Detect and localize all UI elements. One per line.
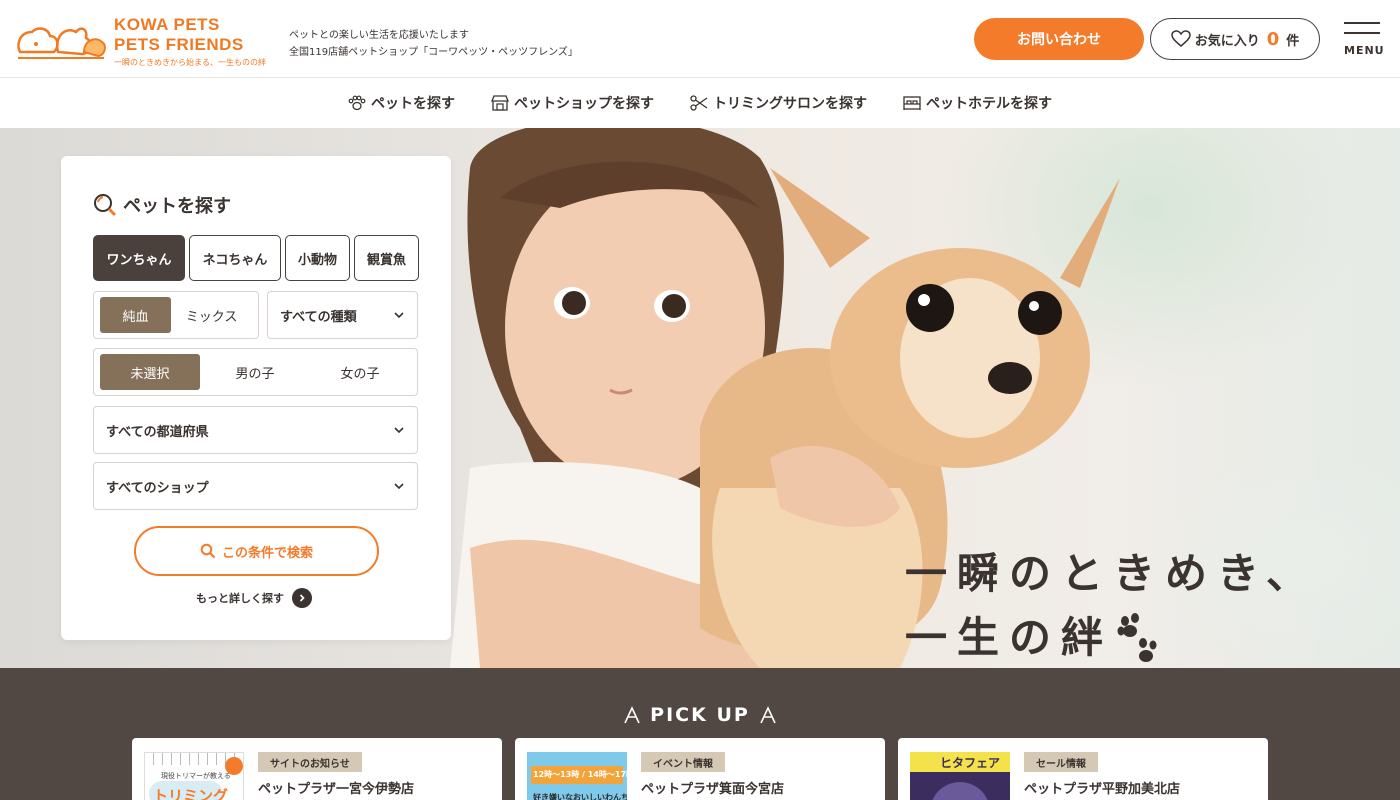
- menu-bar-icon: [1344, 32, 1380, 34]
- nav-item-find-hotel[interactable]: ペットホテルを探す: [903, 93, 1052, 113]
- pickup-category-badge: サイトのお知らせ: [258, 752, 362, 772]
- advanced-search-label: もっと詳しく探す: [196, 592, 284, 605]
- breed-select-value: すべての種類: [280, 309, 357, 325]
- pickup-thumbnail: 現役トリマーが教える トリミング: [144, 752, 244, 800]
- prefecture-select[interactable]: すべての都道府県: [93, 406, 418, 454]
- pickup-heading: PICK UP: [0, 704, 1400, 726]
- nav-item-label: ペットショップを探す: [514, 96, 654, 112]
- pickup-thumbnail: 12時～13時 / 14時～17時 好き嫌いなおいしいわんちゃん: [527, 752, 627, 800]
- nav-item-label: ペットを探す: [371, 96, 455, 112]
- pickup-section: PICK UP 現役トリマーが教える トリミング サイトのお知らせ ペットプラザ…: [0, 668, 1400, 800]
- favorites-button[interactable]: お気に入り 0 件: [1150, 18, 1320, 60]
- pickup-card[interactable]: ヒタフェア セール情報 ペットプラザ平野加美北店: [898, 738, 1268, 800]
- hero-catch-line1: 一瞬のときめき、: [905, 549, 1319, 598]
- nav-item-find-shop[interactable]: ペットショップを探す: [491, 93, 654, 113]
- sparkle-left-icon: [624, 706, 640, 724]
- heart-icon: [1170, 30, 1191, 47]
- advanced-search-link[interactable]: もっと詳しく探す: [196, 588, 312, 608]
- pet-search-panel: ペットを探す ワンちゃん ネコちゃん 小動物 観賞魚 純血 ミックス すべての種…: [61, 156, 451, 640]
- contact-button[interactable]: お問い合わせ: [974, 18, 1144, 60]
- site-logo[interactable]: KOWA PETS PETS FRIENDS 一瞬のときめきから始まる、一生もの…: [14, 14, 266, 70]
- menu-button[interactable]: MENU: [1342, 20, 1385, 60]
- shop-select-value: すべてのショップ: [106, 480, 209, 496]
- search-icon: [94, 194, 117, 217]
- logo-mark-icon: [17, 27, 106, 59]
- pickup-card[interactable]: 12時～13時 / 14時～17時 好き嫌いなおいしいわんちゃん イベント情報 …: [515, 738, 885, 800]
- gender-toggle: 未選択 男の子 女の子: [93, 348, 418, 396]
- favorites-label: お気に入り: [1194, 33, 1260, 49]
- nav-item-label: ペットホテルを探す: [926, 96, 1052, 112]
- nav-item-find-salon[interactable]: トリミングサロンを探す: [690, 93, 867, 113]
- site-header: KOWA PETS PETS FRIENDS 一瞬のときめきから始まる、一生もの…: [0, 0, 1400, 78]
- logo-text-line1: KOWA PETS: [114, 15, 220, 34]
- thumb-text: 12時～13時 / 14時～17時: [533, 770, 627, 779]
- scissors-icon: [690, 95, 708, 111]
- nav-item-label: トリミングサロンを探す: [713, 96, 867, 112]
- favorites-count: 0: [1266, 28, 1280, 50]
- breed-select[interactable]: すべての種類: [267, 291, 418, 339]
- shop-icon: [491, 95, 509, 111]
- logo-text-line2: PETS FRIENDS: [114, 35, 244, 54]
- tab-cat[interactable]: ネコちゃん: [189, 235, 281, 281]
- option-purebred[interactable]: 純血: [100, 297, 172, 333]
- pickup-card-title: ペットプラザ一宮今伊勢店: [258, 782, 415, 797]
- hero-catchphrase: 一瞬のときめき、 一生の絆: [905, 542, 1318, 668]
- option-male[interactable]: 男の子: [200, 354, 310, 390]
- thumb-illustration: [930, 782, 990, 800]
- tab-dog[interactable]: ワンちゃん: [93, 235, 185, 281]
- thumb-sub-text: 好き嫌いなおいしいわんちゃん: [533, 793, 627, 800]
- tab-small-animal[interactable]: 小動物: [285, 235, 350, 281]
- prefecture-select-value: すべての都道府県: [106, 424, 209, 440]
- search-icon: [200, 543, 216, 559]
- animal-tabs: ワンちゃん ネコちゃん 小動物 観賞魚: [93, 235, 419, 281]
- option-female[interactable]: 女の子: [310, 354, 410, 390]
- tab-fish[interactable]: 観賞魚: [354, 235, 419, 281]
- paw-print-icon: [1117, 613, 1157, 662]
- search-submit-button[interactable]: この条件で検索: [134, 526, 379, 576]
- header-intro: ペットとの楽しい生活を応援いたします 全国119店舗ペットショップ「コーワペッツ…: [289, 27, 578, 61]
- hotel-icon: [903, 96, 921, 110]
- thumb-text: ヒタフェア: [940, 756, 1001, 770]
- pickup-title-text: PICK UP: [650, 704, 750, 726]
- thumb-sub-text: 現役トリマーが教える: [161, 772, 231, 780]
- hero-catch-line2: 一生の絆: [905, 613, 1114, 662]
- header-intro-line1: ペットとの楽しい生活を応援いたします: [289, 30, 469, 41]
- paw-icon: [348, 95, 366, 111]
- hero-catch-line2-row: 一生の絆: [905, 606, 1318, 668]
- pickup-category-badge: セール情報: [1024, 752, 1098, 772]
- option-mixed[interactable]: ミックス: [171, 297, 252, 333]
- menu-bar-icon: [1344, 22, 1380, 24]
- header-intro-line2: 全国119店舗ペットショップ「コーワペッツ・ペッツフレンズ」: [289, 47, 578, 58]
- chevron-right-icon: [292, 588, 312, 608]
- menu-label: MENU: [1344, 44, 1385, 57]
- favorites-unit: 件: [1286, 33, 1300, 49]
- pickup-thumbnail: ヒタフェア: [910, 752, 1010, 800]
- pickup-card-title: ペットプラザ箕面今宮店: [641, 782, 785, 797]
- chevron-down-icon: [394, 483, 404, 490]
- shop-select[interactable]: すべてのショップ: [93, 462, 418, 510]
- main-nav: ペットを探す ペットショップを探す トリミングサロンを探す ペットホテルを探す: [0, 78, 1400, 128]
- logo-tagline: 一瞬のときめきから始まる、一生ものの絆: [114, 58, 266, 67]
- pickup-category-badge: イベント情報: [641, 752, 725, 772]
- search-submit-label: この条件で検索: [221, 545, 313, 561]
- pickup-card[interactable]: 現役トリマーが教える トリミング サイトのお知らせ ペットプラザ一宮今伊勢店: [132, 738, 502, 800]
- nav-item-find-pet[interactable]: ペットを探す: [348, 93, 455, 113]
- search-title-text: ペットを探す: [123, 196, 231, 217]
- search-panel-title: ペットを探す: [93, 192, 231, 218]
- sparkle-right-icon: [760, 706, 776, 724]
- thumb-text: トリミング: [153, 787, 229, 800]
- breed-type-toggle: 純血 ミックス: [93, 291, 259, 339]
- pickup-card-title: ペットプラザ平野加美北店: [1024, 782, 1181, 797]
- chevron-down-icon: [394, 312, 404, 319]
- chevron-down-icon: [394, 427, 404, 434]
- option-unselected[interactable]: 未選択: [100, 354, 200, 390]
